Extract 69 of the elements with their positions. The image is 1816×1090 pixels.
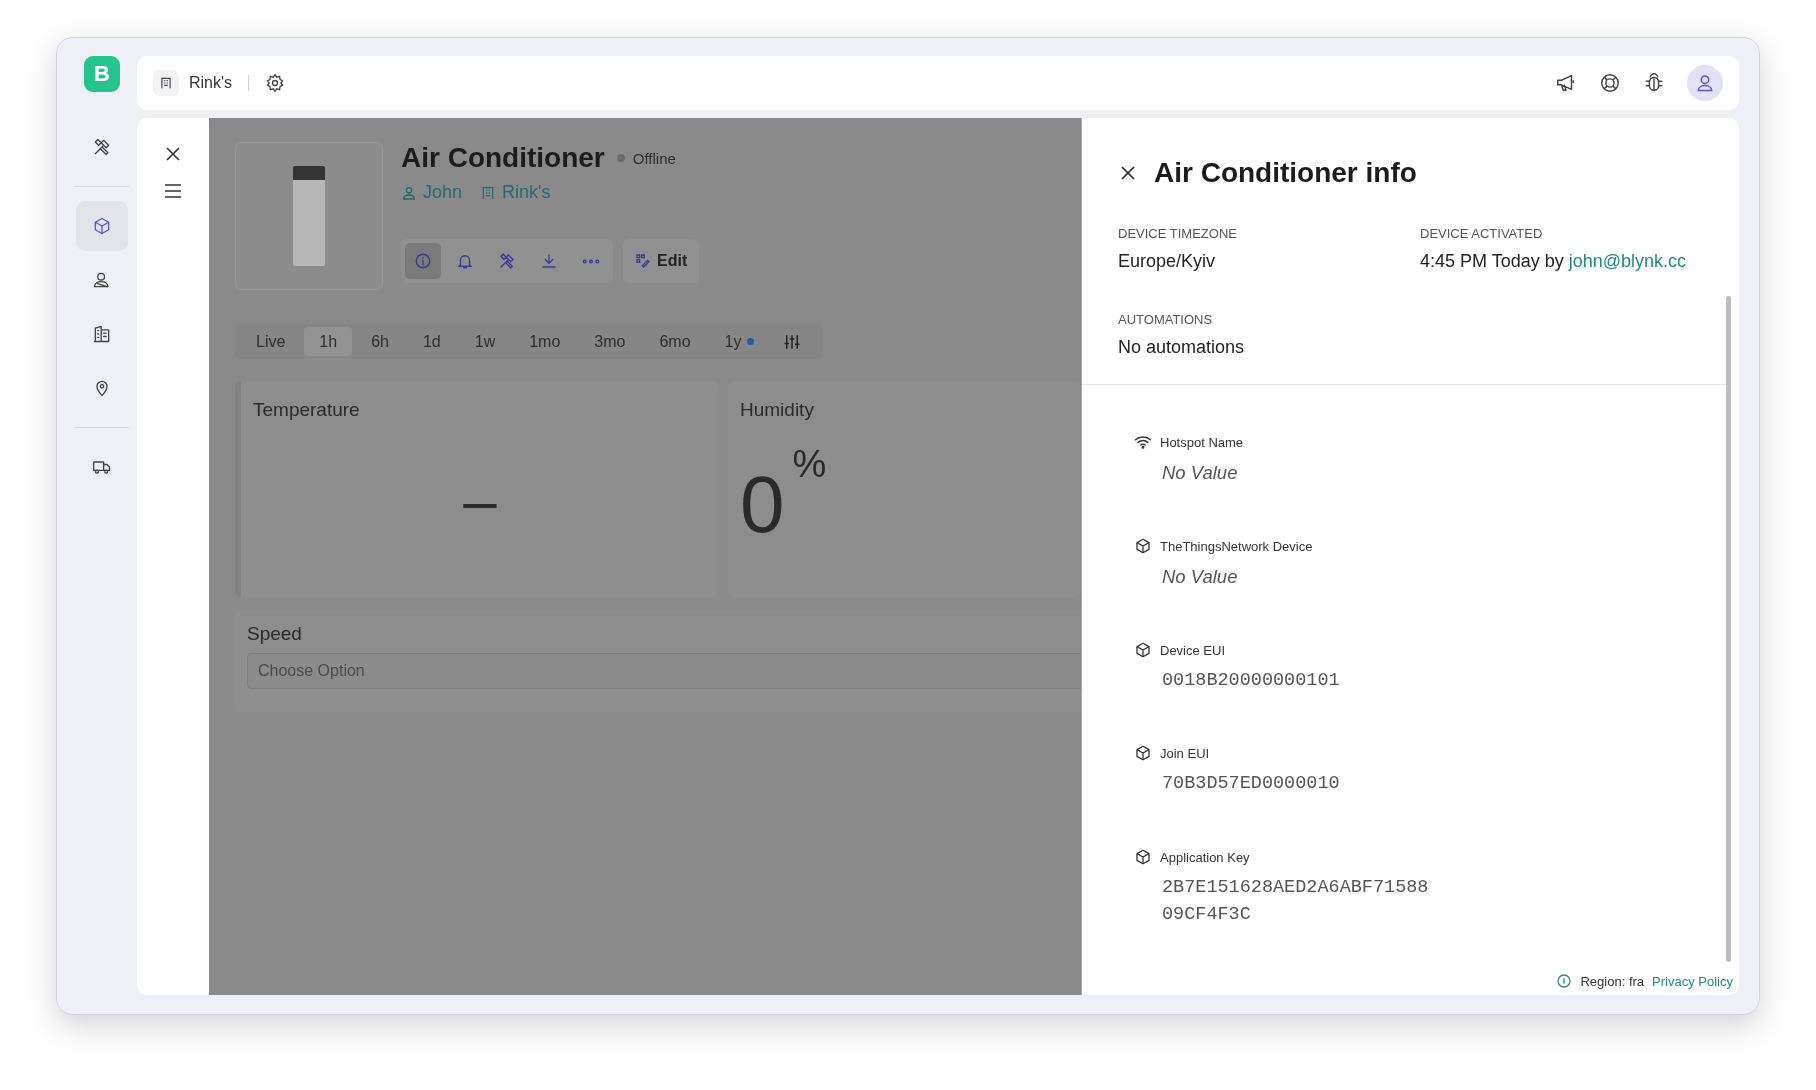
megaphone-icon[interactable] [1555,72,1577,94]
time-range-tab[interactable]: 3mo [579,327,641,356]
sidebar-item[interactable] [76,201,128,251]
field-label: DEVICE ACTIVATED [1420,226,1544,241]
time-range-tab[interactable]: Live [241,327,301,356]
edit-button[interactable]: Edit [623,239,700,283]
cube-icon [1134,640,1152,659]
more-icon [582,258,600,264]
sliders-icon[interactable] [783,332,802,351]
widget-title: Humidity [740,399,815,421]
lifebuoy-icon[interactable] [1599,72,1621,94]
close-icon [165,146,181,162]
cube-icon [1134,848,1152,867]
time-range-tab[interactable]: 6h [356,327,404,356]
datastream-label: Device EUI [1160,642,1227,658]
option-dropdown[interactable]: Choose Option [247,653,1081,689]
privacy-policy-link[interactable]: Privacy Policy [1652,973,1733,989]
cube-icon [92,216,112,236]
widget-value: 0 [740,465,785,545]
panel-title: Air Conditioner info [1154,157,1417,189]
time-range-tab[interactable]: 1y [709,327,770,356]
status-dot [616,154,625,162]
info-icon [414,252,432,270]
building-icon [92,324,112,344]
time-range-tab[interactable]: 1h [304,327,353,356]
scrollbar[interactable] [1726,296,1731,962]
field-value: Europe/Kyiv [1118,251,1217,272]
widget-value: – [463,465,497,535]
device-status: Offline [632,149,676,167]
person-icon [401,184,417,201]
time-range-tab[interactable]: 1w [459,327,511,356]
app-logo[interactable]: B [84,56,120,92]
download-icon [540,252,558,270]
cube-icon [1134,536,1152,555]
user-avatar[interactable] [1687,65,1723,101]
bug-icon[interactable] [1643,72,1665,94]
widget-title: Temperature [253,399,361,421]
device-title: Air Conditioner [401,142,605,174]
bell-icon [456,252,474,270]
close-icon [1120,165,1136,181]
datastream-value: 0018B20000000101 [1162,668,1340,693]
datastream-value: No Value [1162,564,1239,589]
datastream-value: 70B3D57ED0000010 [1162,772,1340,797]
field-label: DEVICE TIMEZONE [1118,226,1238,241]
time-range-tab[interactable]: 1mo [514,327,576,356]
info-icon [1556,973,1573,989]
region-label: Region: fra [1580,973,1645,989]
edit-icon [635,253,651,269]
datastream-value: 2B7E151628AED2A6ABF7158809CF4F3C [1162,876,1429,928]
time-range-tab[interactable]: 1d [407,327,456,356]
field-value: No automations [1118,337,1246,358]
datastream-label: Join EUI [1160,746,1211,762]
tools-icon [498,252,516,270]
email-link[interactable]: john@blynk.cc [1568,251,1687,271]
datastream-label: Hotspot Name [1160,435,1244,450]
time-range-tab[interactable]: 6mo [644,327,706,356]
building-icon [153,70,179,96]
organization-name[interactable]: Rink's [189,74,233,92]
cube-icon [1134,744,1152,763]
settings-icon[interactable] [265,73,286,93]
field-value: 4:45 PM Today by john@blynk.cc [1420,251,1688,272]
field-label: AUTOMATIONS [1118,312,1214,327]
datastream-value: No Value [1162,461,1239,485]
wifi-icon [1134,433,1152,451]
datastream-label: TheThingsNetwork Device [1160,538,1313,554]
datastream-label: Application Key [1160,850,1251,866]
widget-unit: % [792,443,827,486]
widget-title: Speed [247,623,303,645]
tools-icon [92,137,112,157]
